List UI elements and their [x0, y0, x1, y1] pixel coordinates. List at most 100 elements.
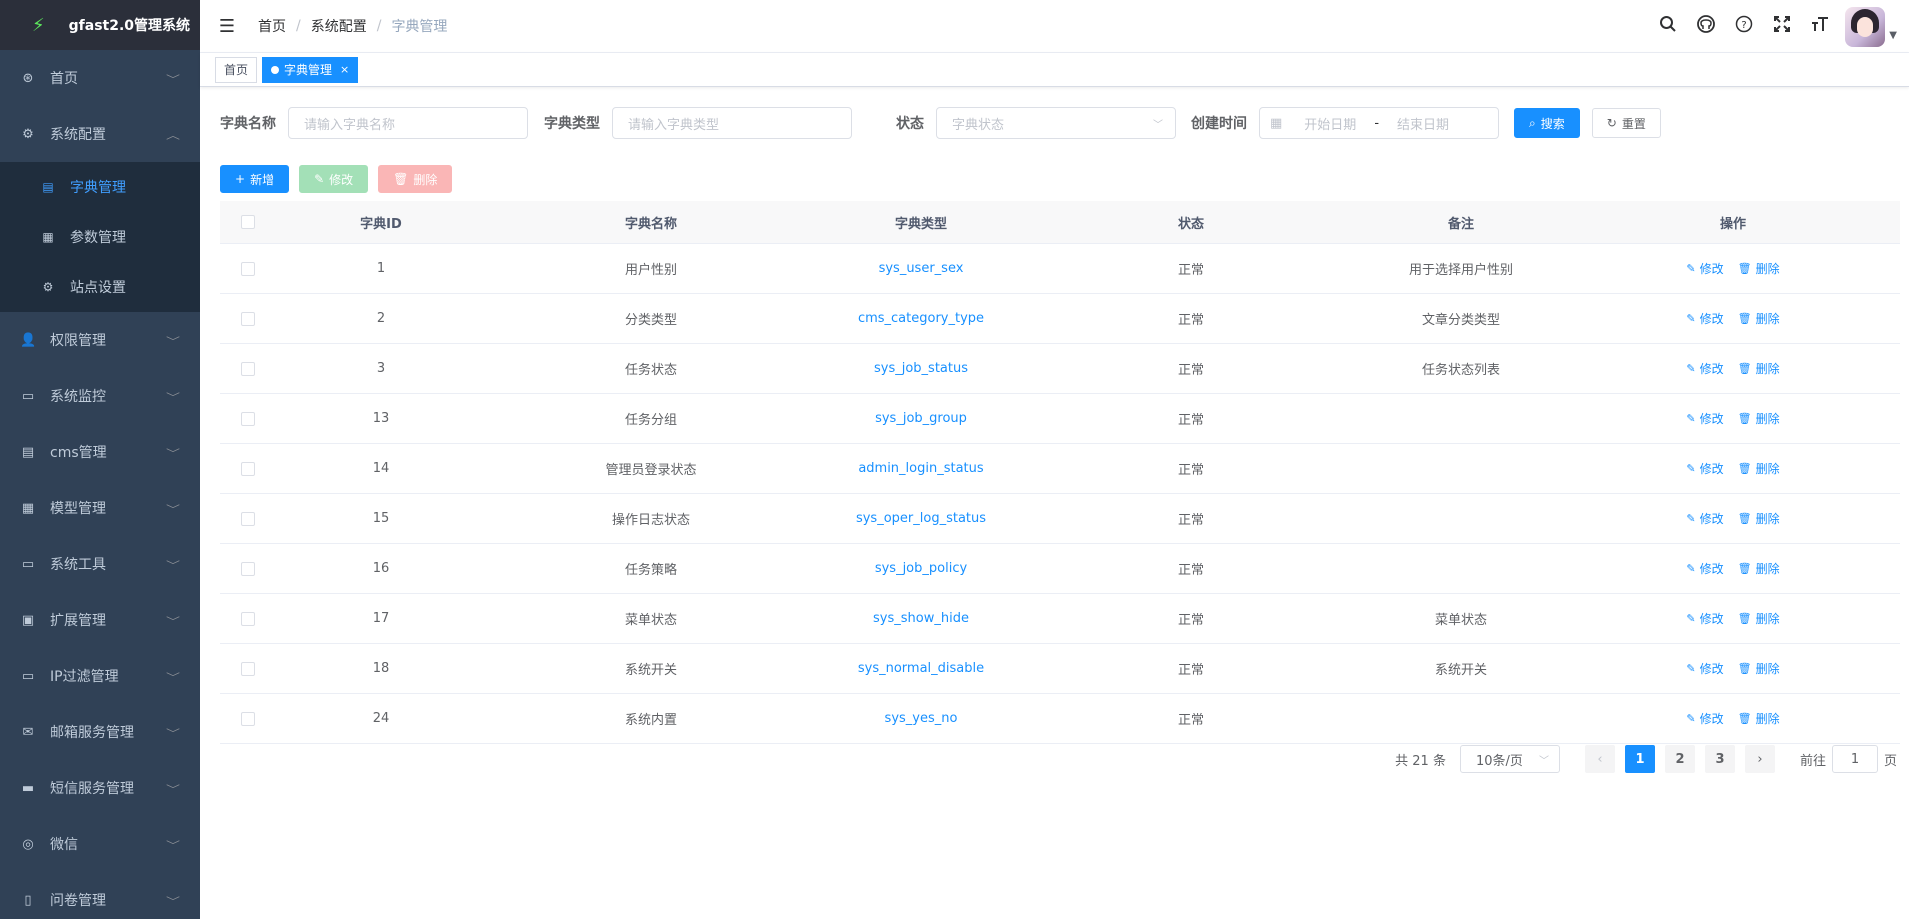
row-delete-button[interactable]: 🗑 删除 [1738, 660, 1780, 677]
trash-icon: 🗑 [1737, 262, 1752, 275]
row-edit-button[interactable]: ✎ 修改 [1686, 560, 1723, 577]
breadcrumb-system-config[interactable]: 系统配置 [311, 16, 367, 36]
cell-dict-type-link[interactable]: admin_login_status [858, 461, 983, 476]
page-button-1[interactable]: 1 [1624, 745, 1655, 773]
end-date-input[interactable]: 结束日期 [1397, 114, 1449, 133]
sidebar-item-4[interactable]: ▤ cms管理 ﹀ [0, 424, 200, 480]
cell-dict-type-link[interactable]: sys_normal_disable [858, 661, 984, 676]
pagination-total: 共 21 条 [1395, 753, 1446, 769]
fullscreen-icon[interactable] [1763, 15, 1801, 38]
row-edit-button[interactable]: ✎ 修改 [1686, 610, 1723, 627]
page-size-select[interactable]: 10条/页 ﹀ [1459, 745, 1560, 773]
sidebar-item-8[interactable]: ▭ IP过滤管理 ﹀ [0, 648, 200, 704]
row-delete-button[interactable]: 🗑 删除 [1738, 610, 1780, 627]
page-button-3[interactable]: 3 [1704, 745, 1735, 773]
cell-dict-name: 管理员登录状态 [605, 463, 697, 478]
font-size-icon[interactable] [1801, 15, 1839, 38]
sidebar-subitem-0[interactable]: ▤ 字典管理 [0, 162, 200, 212]
tag-home[interactable]: 首页 [215, 56, 258, 83]
cell-dict-type-link[interactable]: sys_job_group [875, 411, 967, 426]
close-icon[interactable]: × [340, 58, 349, 82]
status-select[interactable]: 字典状态 ﹀ [936, 107, 1176, 139]
sidebar-item-7[interactable]: ▣ 扩展管理 ﹀ [0, 592, 200, 648]
row-edit-button[interactable]: ✎ 修改 [1686, 710, 1723, 727]
cell-dict-type-link[interactable]: sys_yes_no [885, 711, 958, 726]
breadcrumb-separator: / [296, 18, 301, 34]
sidebar-item-1[interactable]: ⚙ 系统配置 ︿ [0, 106, 200, 162]
row-delete-button[interactable]: 🗑 删除 [1738, 560, 1780, 577]
row-edit-button[interactable]: ✎ 修改 [1686, 260, 1723, 277]
row-checkbox[interactable] [241, 461, 255, 476]
sidebar-item-5[interactable]: ▦ 模型管理 ﹀ [0, 480, 200, 536]
extension-icon: ▣ [21, 612, 35, 628]
row-delete-button[interactable]: 🗑 删除 [1738, 360, 1780, 377]
sidebar-item-10[interactable]: ▬ 短信服务管理 ﹀ [0, 760, 200, 816]
cell-dict-type-link[interactable]: sys_job_policy [875, 561, 967, 576]
row-delete-button[interactable]: 🗑 删除 [1738, 460, 1780, 477]
dict-table: 字典ID 字典名称 字典类型 状态 备注 操作 1 用户性别 sys_user_se… [220, 201, 1900, 744]
add-button[interactable]: + 新增 [220, 165, 290, 193]
sidebar-item-12[interactable]: ▯ 问卷管理 ﹀ [0, 872, 200, 919]
cell-dict-type-link[interactable]: sys_user_sex [879, 261, 964, 276]
tag-dict-management[interactable]: 字典管理 × [262, 56, 359, 83]
row-edit-button[interactable]: ✎ 修改 [1686, 360, 1723, 377]
sidebar-item-9[interactable]: ✉ 邮箱服务管理 ﹀ [0, 704, 200, 760]
sidebar-item-6[interactable]: ▭ 系统工具 ﹀ [0, 536, 200, 592]
search-button[interactable]: ⌕ 搜索 [1514, 108, 1580, 138]
row-checkbox[interactable] [241, 561, 255, 576]
sidebar-subitem-label: 站点设置 [70, 280, 126, 296]
breadcrumb-home[interactable]: 首页 [258, 16, 286, 36]
reset-button[interactable]: ↻ 重置 [1591, 108, 1661, 138]
cell-dict-type-link[interactable]: cms_category_type [858, 311, 984, 326]
refresh-icon: ↻ [1606, 116, 1617, 130]
cell-dict-type-link[interactable]: sys_oper_log_status [856, 511, 986, 526]
cell-remark: 用于选择用户性别 [1408, 263, 1513, 278]
row-edit-button[interactable]: ✎ 修改 [1686, 410, 1723, 427]
caret-down-icon[interactable]: ▼ [1889, 12, 1897, 41]
row-checkbox[interactable] [241, 361, 255, 376]
row-edit-button[interactable]: ✎ 修改 [1686, 660, 1723, 677]
row-checkbox[interactable] [241, 711, 255, 726]
prev-page-button[interactable]: ‹ [1584, 745, 1615, 773]
sidebar-item-11[interactable]: ◎ 微信 ﹀ [0, 816, 200, 872]
cell-dict-type-link[interactable]: sys_job_status [874, 361, 968, 376]
page-button-2[interactable]: 2 [1664, 745, 1695, 773]
table-row: 3 任务状态 sys_job_status 正常 任务状态列表 ✎ 修改 🗑 删除 [220, 344, 1900, 394]
sidebar-item-2[interactable]: 👤 权限管理 ﹀ [0, 312, 200, 368]
row-edit-button[interactable]: ✎ 修改 [1686, 310, 1723, 327]
row-checkbox[interactable] [241, 261, 255, 276]
sidebar-subitem-1[interactable]: ▦ 参数管理 [0, 212, 200, 262]
row-delete-button[interactable]: 🗑 删除 [1738, 260, 1780, 277]
delete-button[interactable]: 🗑 删除 [378, 165, 453, 193]
date-range-picker[interactable]: ▦ 开始日期 - 结束日期 [1259, 107, 1499, 139]
page-jump-input[interactable]: 1 [1831, 745, 1878, 773]
row-checkbox[interactable] [241, 311, 255, 326]
logo[interactable]: ⚡ gfast2.0管理系统 [0, 0, 200, 50]
row-edit-button[interactable]: ✎ 修改 [1686, 460, 1723, 477]
row-delete-button[interactable]: 🗑 删除 [1738, 310, 1780, 327]
row-checkbox[interactable] [241, 411, 255, 426]
sidebar-item-0[interactable]: ⊛ 首页 ﹀ [0, 50, 200, 106]
select-all-checkbox[interactable] [241, 215, 255, 229]
edit-button[interactable]: ✎ 修改 [299, 165, 369, 193]
row-checkbox[interactable] [241, 511, 255, 526]
row-delete-button[interactable]: 🗑 删除 [1738, 710, 1780, 727]
row-edit-button[interactable]: ✎ 修改 [1686, 510, 1723, 527]
header-status: 状态 [1177, 216, 1204, 232]
dict-name-input[interactable]: 请输入字典名称 [288, 107, 528, 139]
help-icon[interactable]: ? [1725, 15, 1763, 38]
start-date-input[interactable]: 开始日期 [1304, 114, 1356, 133]
row-delete-button[interactable]: 🗑 删除 [1738, 410, 1780, 427]
row-checkbox[interactable] [241, 611, 255, 626]
next-page-button[interactable]: › [1744, 745, 1775, 773]
sidebar-subitem-2[interactable]: ⚙ 站点设置 [0, 262, 200, 312]
avatar[interactable] [1845, 6, 1886, 47]
cell-dict-type-link[interactable]: sys_show_hide [873, 611, 969, 626]
dict-type-input[interactable]: 请输入字典类型 [612, 107, 852, 139]
hamburger-icon[interactable]: ☰ [202, 16, 252, 37]
github-icon[interactable] [1687, 15, 1725, 38]
search-icon[interactable] [1649, 15, 1687, 38]
row-checkbox[interactable] [241, 661, 255, 676]
row-delete-button[interactable]: 🗑 删除 [1738, 510, 1780, 527]
sidebar-item-3[interactable]: ▭ 系统监控 ﹀ [0, 368, 200, 424]
